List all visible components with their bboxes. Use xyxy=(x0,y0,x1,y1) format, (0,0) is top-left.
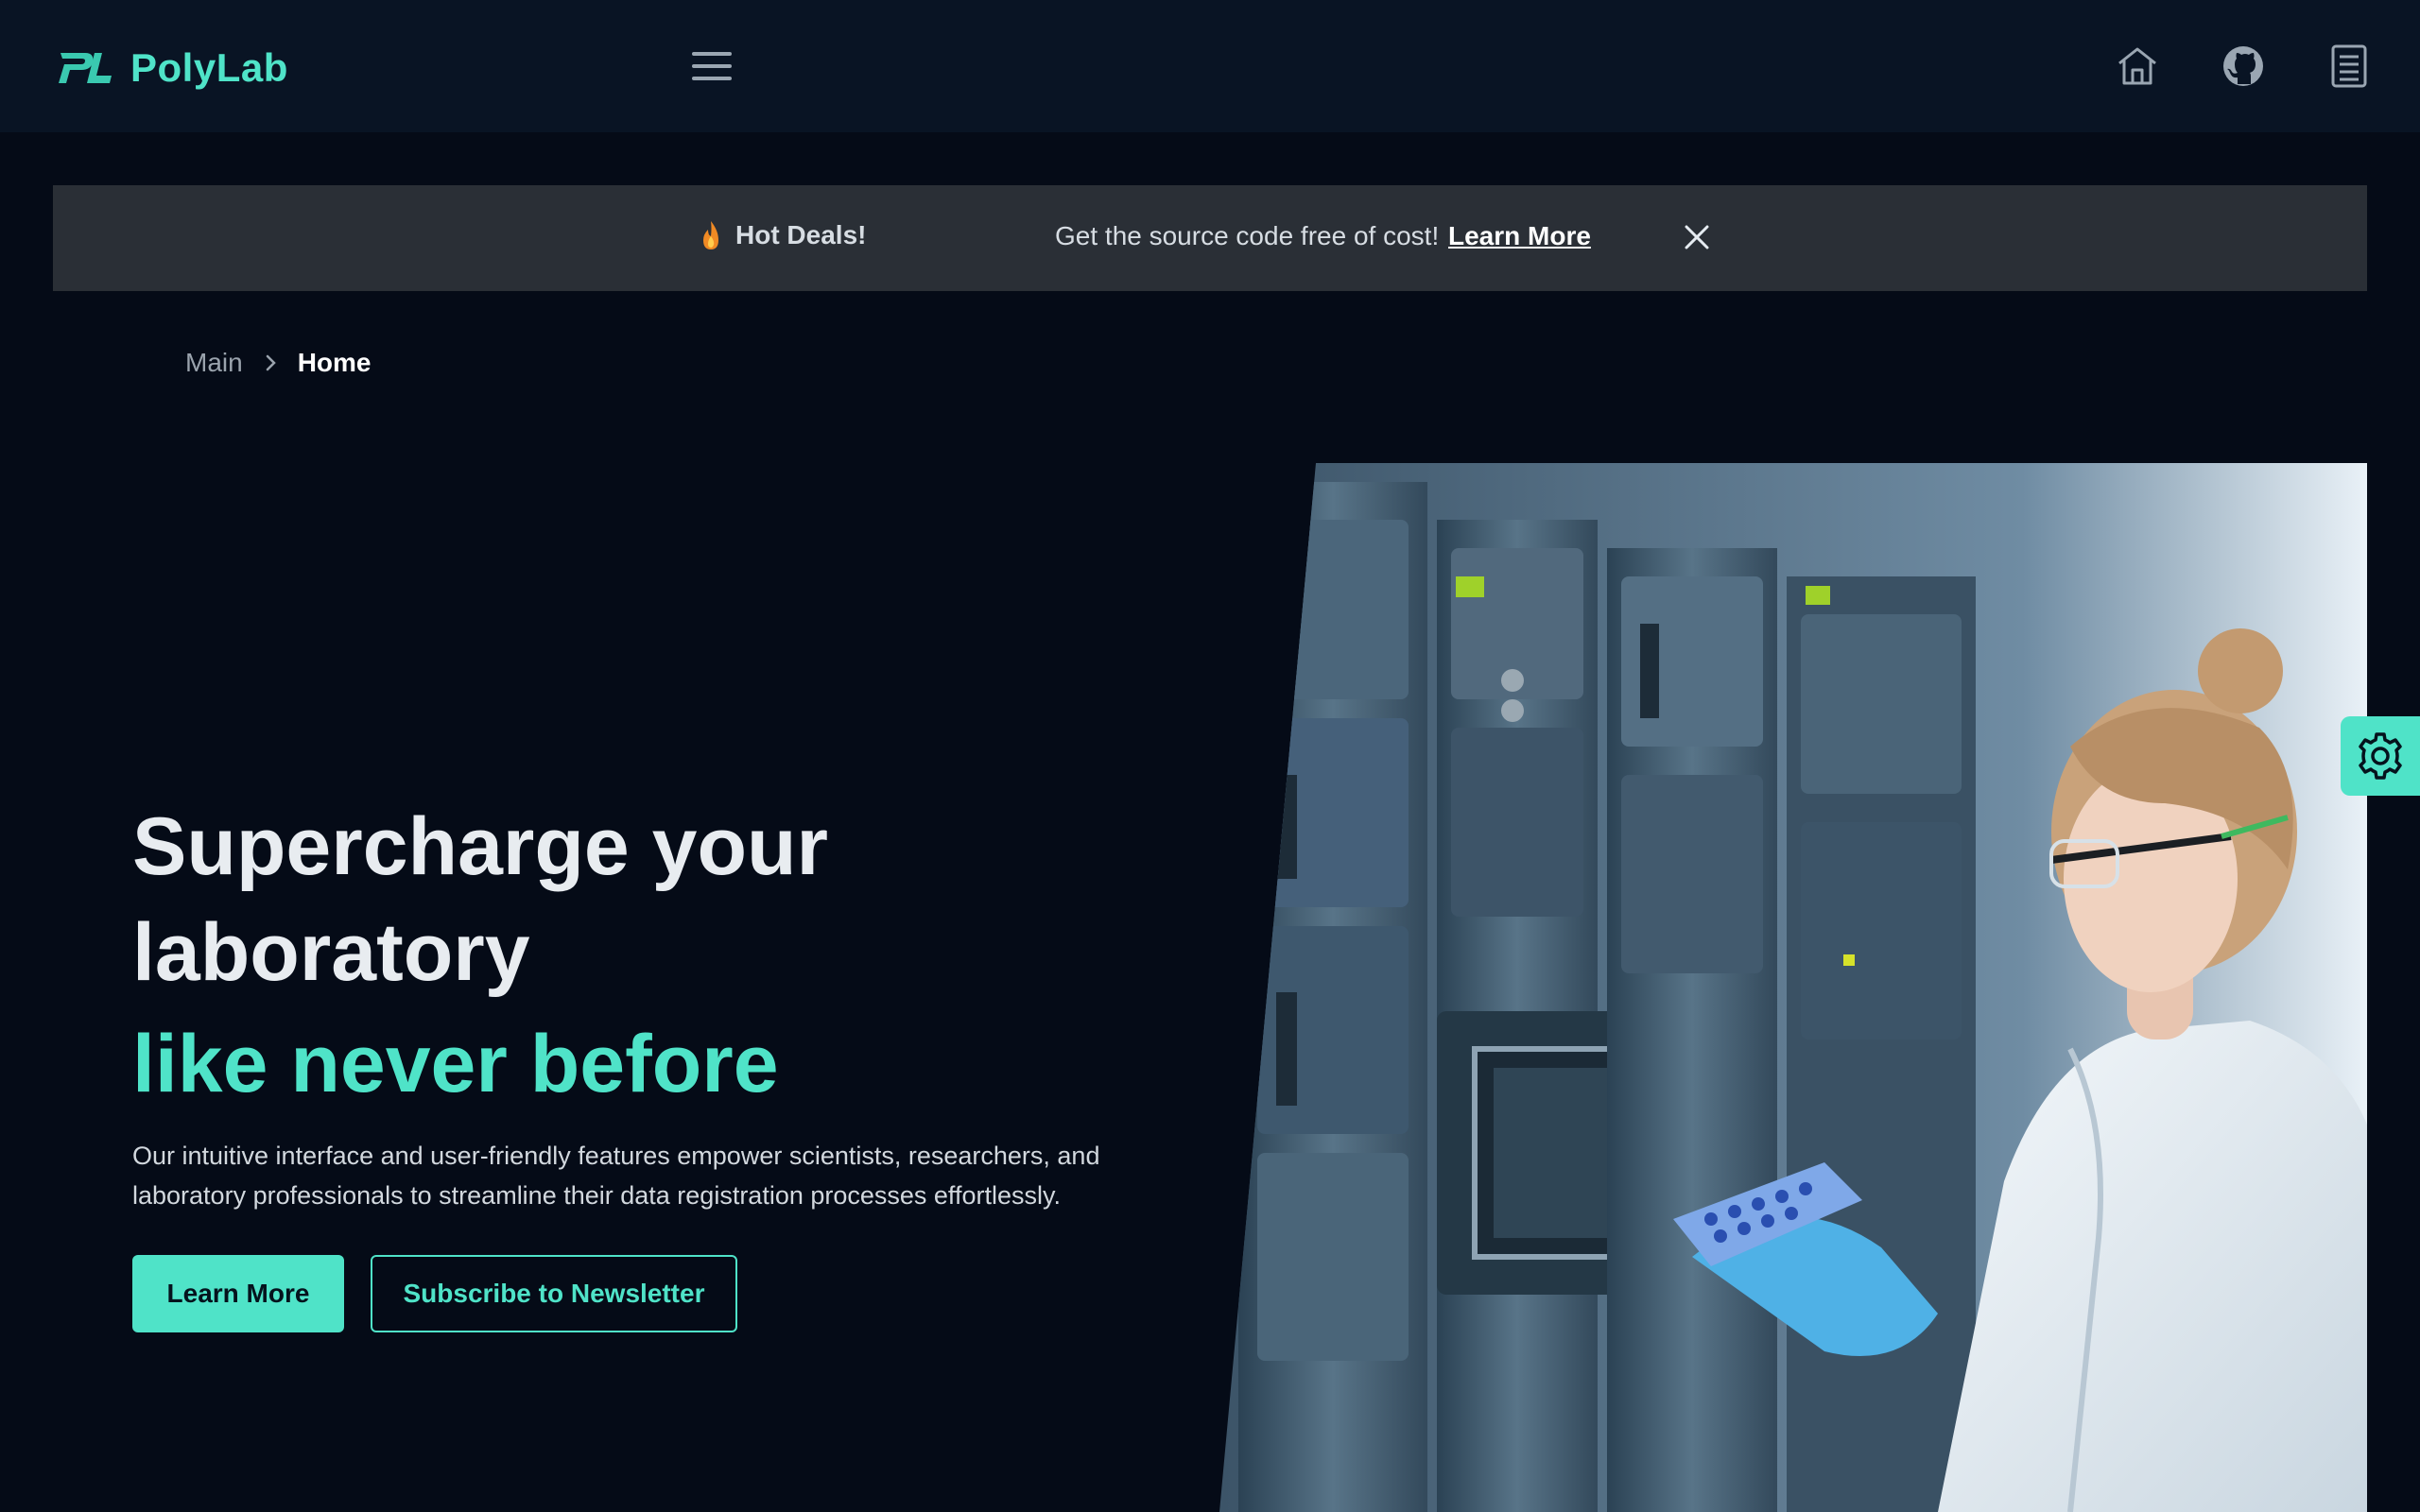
menu-button[interactable] xyxy=(688,45,735,87)
docs-button[interactable] xyxy=(2325,40,2373,93)
hero-title-line-2: laboratory xyxy=(132,907,530,998)
learn-more-button[interactable]: Learn More xyxy=(132,1255,344,1332)
breadcrumb: Main Home xyxy=(185,348,372,378)
chevron-right-icon xyxy=(266,354,276,371)
banner-close-button[interactable] xyxy=(1681,221,1713,253)
banner-learn-more-link[interactable]: Learn More xyxy=(1448,221,1591,251)
settings-button[interactable] xyxy=(2341,716,2420,796)
top-navbar: PolyLab xyxy=(0,0,2420,132)
subscribe-newsletter-button[interactable]: Subscribe to Newsletter xyxy=(371,1255,737,1332)
brand[interactable]: PolyLab xyxy=(57,42,288,94)
banner-message: Get the source code free of cost! xyxy=(1055,221,1440,250)
home-icon xyxy=(2118,47,2156,85)
github-icon xyxy=(2223,46,2263,86)
hero-title-line-1: Supercharge your xyxy=(132,801,828,892)
nav-icon-group xyxy=(2114,40,2373,93)
polylab-logo-icon xyxy=(59,53,112,83)
lab-scientist-illustration xyxy=(1219,463,2367,1512)
flame-icon xyxy=(703,221,718,249)
gear-icon xyxy=(2359,732,2402,780)
instrument-stack-4 xyxy=(1787,576,1976,1512)
github-button[interactable] xyxy=(2220,40,2267,93)
promo-banner: Hot Deals! Get the source code free of c… xyxy=(53,185,2367,291)
home-button[interactable] xyxy=(2114,40,2161,93)
hot-deals-label: Hot Deals! xyxy=(700,219,866,251)
hero-lab-image xyxy=(1219,463,2367,1512)
close-icon xyxy=(1685,225,1709,249)
hero-description: Our intuitive interface and user-friendl… xyxy=(132,1142,1100,1210)
hero-heading: Supercharge your laboratory like never b… xyxy=(132,794,1172,1117)
breadcrumb-current: Home xyxy=(297,348,372,377)
breadcrumb-main[interactable]: Main xyxy=(185,348,243,378)
instrument-stack-3 xyxy=(1607,548,1777,1512)
menu-icon xyxy=(692,52,732,80)
instrument-stack-1 xyxy=(1238,482,1427,1512)
hero-title-accent: like never before xyxy=(132,1019,779,1109)
hot-deals-text: Hot Deals! xyxy=(735,220,867,249)
brand-name: PolyLab xyxy=(130,45,288,90)
docs-icon xyxy=(2331,44,2367,88)
